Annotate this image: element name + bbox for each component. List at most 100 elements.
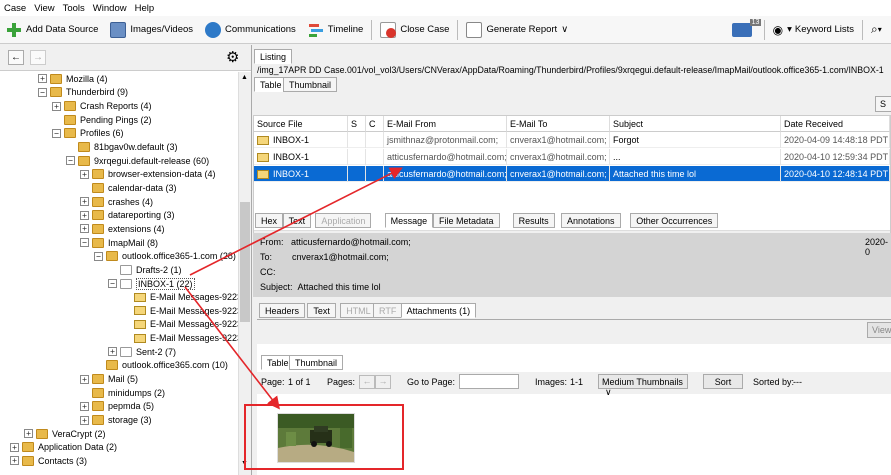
menu-tools[interactable]: Tools [63,3,85,14]
scroll-up-arrow[interactable]: ▲ [241,74,248,81]
tree-item[interactable]: + Mail (5) [80,372,138,386]
tree-item[interactable]: Drafts-2 (1) [108,263,182,277]
message-sub-tab[interactable]: Headers [259,303,306,318]
tree-item[interactable]: calendar-data (3) [80,181,177,195]
tree-item[interactable]: + pepmda (5) [80,400,154,414]
tree-expander-icon[interactable]: + [80,374,89,384]
tree-item[interactable]: E-Mail Messages-9223 [122,304,242,318]
tree-expander-icon[interactable]: + [80,197,89,207]
view-button[interactable]: View [867,322,891,338]
table-row[interactable]: INBOX-1 atticusfernardo@hotmail.com; cnver… [254,149,890,165]
sort-button[interactable]: Sort [703,374,743,389]
tree-item[interactable]: − 9xrqegui.default-release (60) [66,154,209,168]
tree-item[interactable]: + datareporting (3) [80,209,175,223]
close-case-button[interactable]: Close Case [374,19,455,41]
tree-item[interactable]: − Profiles (6) [52,127,124,141]
tab-thumbnail[interactable]: Thumbnail [283,77,338,92]
tree-item[interactable]: E-Mail Messages-9223 [122,318,242,332]
goto-page-input[interactable] [459,374,519,389]
forward-arrow-icon[interactable]: → [30,50,46,65]
tree-expander-icon[interactable]: + [80,401,89,411]
tree-expander-icon[interactable]: − [52,128,61,138]
content-tab[interactable]: Annotations [561,213,621,228]
tree-item[interactable]: + Crash Reports (4) [52,99,152,113]
attachments-tab-thumbnail[interactable]: Thumbnail [289,355,344,370]
table-row[interactable]: INBOX-1 atticusfernardo@hotmail.com; cnver… [254,166,890,182]
tree-expander-icon[interactable]: + [108,347,117,357]
tree-expander-icon[interactable]: + [38,74,47,84]
prev-page-button[interactable]: ← [359,375,375,389]
tree-item[interactable]: + Sent-2 (7) [108,345,176,359]
timeline-button[interactable]: Timeline [302,19,370,41]
tree-expander-icon[interactable]: − [108,279,117,289]
col-email-from[interactable]: E-Mail From [384,116,507,132]
back-arrow-icon[interactable]: ← [8,50,24,65]
scrollbar-thumb[interactable] [240,202,250,322]
tree-expander-icon[interactable]: + [52,101,61,111]
tree-item[interactable]: − ImapMail (8) [80,236,158,250]
tree-item[interactable]: + extensions (4) [80,222,165,236]
tree-item[interactable]: outlook.office365.com (10) [94,359,228,373]
tree-item[interactable]: + crashes (4) [80,195,153,209]
tree-item[interactable]: + Application Data (2) [10,441,117,455]
tree-expander-icon[interactable]: + [80,415,89,425]
menu-view[interactable]: View [34,3,54,14]
col-date-received[interactable]: Date Received [781,116,890,132]
message-sub-tab[interactable]: RTF [373,303,403,318]
tree-item[interactable]: + Contacts (3) [10,454,87,468]
tree-item[interactable]: minidumps (2) [80,386,165,400]
gear-icon[interactable]: ⚙ [226,48,239,66]
tree-expander-icon[interactable]: + [80,169,89,179]
tree-expander-icon[interactable]: − [38,87,47,97]
next-page-button[interactable]: → [375,375,391,389]
tree-item[interactable]: E-Mail Messages-9223 [122,331,242,345]
keyword-lists-button[interactable]: ◉ ▾ Keyword Lists [767,19,860,41]
tree-item[interactable]: + VeraCrypt (2) [24,427,106,441]
content-tab[interactable]: Results [512,213,555,228]
images-videos-button[interactable]: Images/Videos [104,19,199,41]
add-data-source-button[interactable]: Add Data Source [0,19,104,41]
col-email-to[interactable]: E-Mail To [507,116,610,132]
tree-expander-icon[interactable]: + [80,224,89,234]
col-score[interactable]: S [348,116,366,132]
tree-item[interactable]: E-Mail Messages-9223 [122,290,242,304]
col-subject[interactable]: Subject [610,116,781,132]
thumbnail-size-select[interactable]: Medium Thumbnails ∨ [598,374,688,397]
content-tab[interactable]: Other Occurrences [630,213,719,228]
tree-expander-icon[interactable]: + [10,442,19,452]
tree-expander-icon[interactable]: − [66,156,75,166]
tree-item[interactable]: − INBOX-1 (22) [108,277,195,291]
message-sub-tab[interactable]: HTML [340,303,377,318]
tree-expander-icon[interactable]: + [80,210,89,220]
content-tab[interactable]: Message [384,213,434,228]
generate-report-button[interactable]: Generate Report ∨ [460,19,574,41]
content-tab[interactable]: File Metadata [433,213,500,228]
col-comment[interactable]: C [366,116,384,132]
tree-item[interactable]: Pending Pings (2) [52,113,152,127]
col-source-file[interactable]: Source File [254,116,348,132]
tree-item[interactable]: − Thunderbird (9) [38,86,128,100]
content-tab[interactable]: Hex [255,213,284,228]
content-tab[interactable]: Application [315,213,372,228]
content-tab[interactable]: Text [282,213,312,228]
tab-listing[interactable]: Listing [254,49,293,64]
menu-help[interactable]: Help [135,3,155,14]
menu-case[interactable]: Case [4,3,26,14]
tree-item[interactable]: + Mozilla (4) [38,72,108,86]
communications-button[interactable]: Communications [199,19,302,41]
search-button[interactable]: ⌕ ▾ [865,19,891,41]
tree-expander-icon[interactable]: + [10,456,19,466]
notifications-button[interactable]: 13 [726,18,762,41]
tree-expander-icon[interactable]: − [80,238,89,248]
tree-expander-icon[interactable]: + [24,429,33,439]
tree-item[interactable]: + browser-extension-data (4) [80,168,216,182]
menu-window[interactable]: Window [93,3,127,14]
tree-expander-icon[interactable]: − [94,251,103,261]
table-row[interactable]: INBOX-1 jsmithnaz@protonmail.com; cnverax1… [254,132,890,148]
message-sub-tab[interactable]: Text [307,303,336,318]
tree-item[interactable]: − outlook.office365-1.com (28) [94,249,236,263]
message-sub-tab[interactable]: Attachments (1) [400,303,477,318]
save-table-button[interactable]: S [875,96,891,112]
tree-item[interactable]: + storage (3) [80,413,152,427]
tree-item[interactable]: 81bgav0w.default (3) [66,140,178,154]
